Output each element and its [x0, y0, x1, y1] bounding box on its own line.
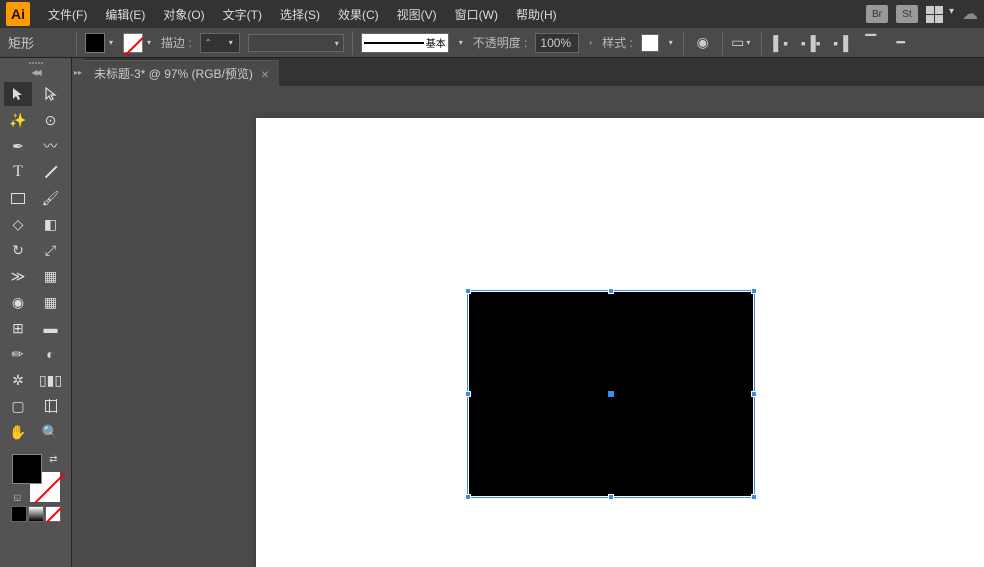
style-label: 样式 : [602, 34, 633, 51]
menu-view[interactable]: 视图(V) [389, 2, 445, 27]
artboard-tool[interactable]: ▢ [4, 394, 32, 418]
control-bar: 矩形 ▾ ▾ 描边 : ⌃ ▾ ▾ 基本 ▾ 不透明度 : 100% › 样式 … [0, 28, 984, 58]
align-right-icon[interactable]: ▪▐ [830, 32, 852, 54]
default-fill-stroke-icon[interactable]: ◱ [14, 493, 22, 502]
color-mode-solid[interactable] [11, 506, 27, 522]
bridge-icon[interactable]: Br [866, 5, 888, 23]
color-mode-gradient[interactable] [28, 506, 44, 522]
stroke-dd-arrow[interactable]: ▾ [147, 38, 151, 47]
workspace-switcher[interactable]: ▾ [926, 6, 954, 23]
scale-tool[interactable]: ⤢ [37, 238, 65, 262]
menu-type[interactable]: 文字(T) [215, 2, 270, 27]
panel-grip[interactable] [0, 58, 71, 68]
style-dd-arrow[interactable]: ▾ [669, 38, 673, 47]
opacity-label: 不透明度 : [473, 34, 528, 51]
recolor-icon[interactable]: ◉ [692, 32, 714, 54]
tab-title: 未标题-3* @ 97% (RGB/预览) [94, 65, 253, 82]
blend-tool[interactable]: ◐ [37, 342, 65, 366]
gradient-tool[interactable]: ▬ [37, 316, 65, 340]
menu-edit[interactable]: 编辑(E) [97, 2, 153, 27]
canvas[interactable] [72, 86, 984, 567]
panel-expand-arrows[interactable]: ▸▸ [72, 58, 84, 86]
hand-tool[interactable]: ✋ [4, 420, 32, 444]
symbol-sprayer-tool[interactable]: ✲ [4, 368, 32, 392]
rectangle-tool[interactable] [4, 186, 32, 210]
menu-object[interactable]: 对象(O) [155, 2, 212, 27]
paintbrush-tool[interactable]: 🖌 [37, 186, 65, 210]
align-top-icon[interactable]: ▔ [860, 32, 882, 54]
menu-effect[interactable]: 效果(C) [330, 2, 387, 27]
perspective-grid-tool[interactable]: ▦ [37, 290, 65, 314]
shaper-tool[interactable]: ◇ [4, 212, 32, 236]
stroke-swatch[interactable] [123, 33, 143, 53]
rotate-tool[interactable]: ↻ [4, 238, 32, 262]
style-swatch[interactable] [641, 34, 659, 52]
fill-stroke-indicator[interactable]: ⇄ ◱ [12, 454, 60, 502]
rectangle-shape[interactable] [469, 292, 753, 496]
align-middle-icon[interactable]: ━ [890, 32, 912, 54]
fill-color-box[interactable] [12, 454, 42, 484]
stock-icon[interactable]: St [896, 5, 918, 23]
swap-fill-stroke-icon[interactable]: ⇄ [49, 454, 57, 465]
align-left-icon[interactable]: ▌▪ [770, 32, 792, 54]
curvature-tool[interactable]: 〰 [37, 134, 65, 158]
fill-dd-arrow[interactable]: ▾ [109, 38, 113, 47]
document-tab[interactable]: 未标题-3* @ 97% (RGB/预览) × [84, 60, 279, 86]
direct-selection-tool[interactable] [37, 82, 65, 106]
menu-bar: Ai 文件(F) 编辑(E) 对象(O) 文字(T) 选择(S) 效果(C) 视… [0, 0, 984, 28]
type-tool[interactable]: T [4, 160, 32, 184]
zoom-tool[interactable]: 🔍 [37, 420, 65, 444]
menu-file[interactable]: 文件(F) [40, 2, 95, 27]
color-mode-none[interactable] [45, 506, 61, 522]
eraser-tool[interactable]: ◧ [37, 212, 65, 236]
opacity-input[interactable]: 100% [535, 33, 579, 53]
fill-swatch[interactable] [85, 33, 105, 53]
mesh-tool[interactable]: ⊞ [4, 316, 32, 340]
magic-wand-tool[interactable]: ✨ [4, 108, 32, 132]
menu-select[interactable]: 选择(S) [272, 2, 328, 27]
close-tab-icon[interactable]: × [261, 66, 269, 82]
opacity-arrow[interactable]: › [589, 38, 592, 47]
shape-label: 矩形 [8, 33, 68, 52]
selection-tool[interactable] [4, 82, 32, 106]
brush-preview[interactable]: 基本 [361, 33, 449, 53]
pen-tool[interactable]: ✒ [4, 134, 32, 158]
width-tool[interactable]: ≫ [4, 264, 32, 288]
eyedropper-tool[interactable]: ✎ [4, 342, 32, 366]
stroke-weight-input[interactable]: ⌃ ▾ [200, 33, 240, 53]
brush-dd-arrow[interactable]: ▾ [459, 38, 463, 47]
align-artboard-icon[interactable]: ▭▾ [731, 32, 753, 54]
app-logo: Ai [6, 2, 30, 26]
line-tool[interactable] [37, 160, 65, 184]
lasso-tool[interactable]: ⊙ [37, 108, 65, 132]
shape-builder-tool[interactable]: ◉ [4, 290, 32, 314]
sync-icon[interactable]: ☁ [962, 4, 978, 24]
align-center-icon[interactable]: ▪▐▪ [800, 32, 822, 54]
menu-window[interactable]: 窗口(W) [447, 2, 506, 27]
panel-collapse-arrows[interactable]: ◀◀ [0, 68, 71, 78]
column-graph-tool[interactable]: ▯▮▯ [37, 368, 65, 392]
slice-tool[interactable] [37, 394, 65, 418]
tools-panel: ◀◀ ✨ ⊙ ✒ 〰 T 🖌 ◇ ◧ ↻ ⤢ ≫ ▦ ◉ ▦ ⊞ ▬ ✎ ◐ ✲… [0, 58, 72, 567]
free-transform-tool[interactable]: ▦ [37, 264, 65, 288]
document-tab-bar: ▸▸ 未标题-3* @ 97% (RGB/预览) × [72, 58, 984, 86]
stroke-label: 描边 : [161, 34, 192, 51]
stroke-profile-dd[interactable]: ▾ [248, 34, 344, 52]
menu-help[interactable]: 帮助(H) [508, 2, 565, 27]
